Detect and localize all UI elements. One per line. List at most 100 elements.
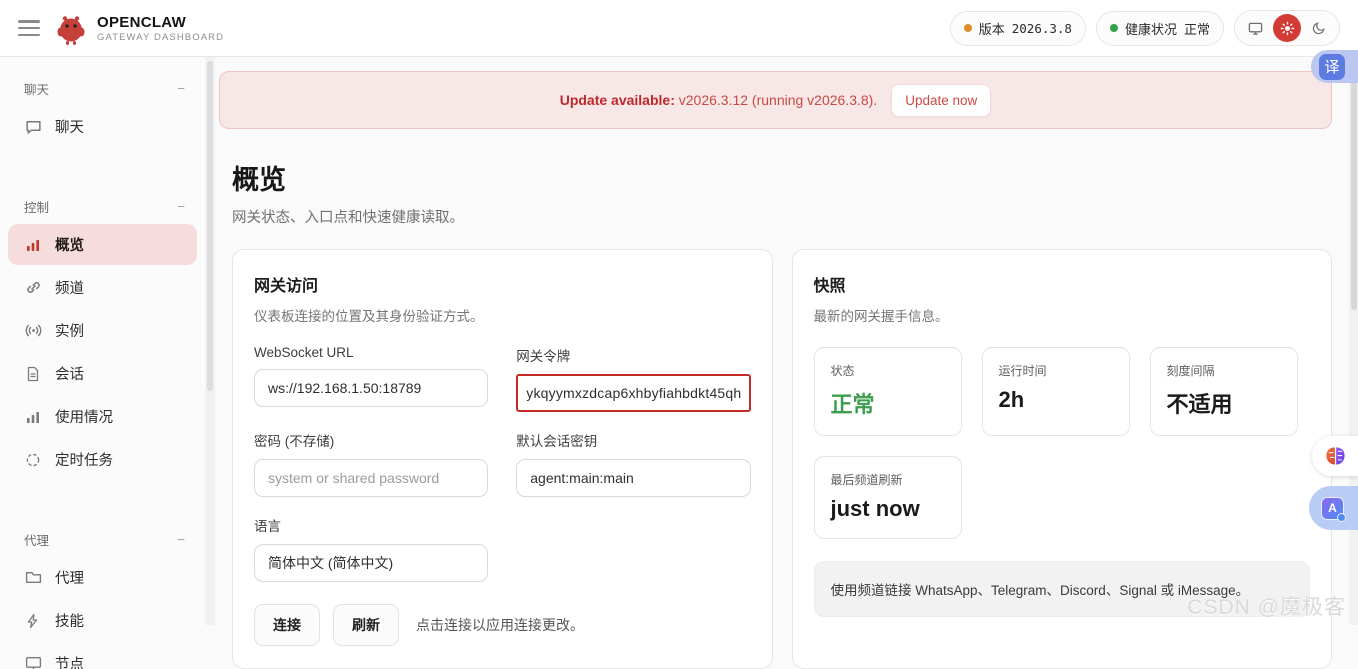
update-banner-detail: v2026.3.12 (running v2026.3.8). (675, 92, 877, 108)
gateway-token-input[interactable] (516, 374, 750, 412)
stat-tile-uptime: 运行时间 2h (982, 347, 1130, 436)
language-label: 语言 (254, 515, 488, 535)
stat-label: 刻度间隔 (1167, 362, 1281, 379)
app-subtitle: GATEWAY DASHBOARD (97, 32, 224, 43)
sidebar-item-cron[interactable]: 定时任务 (8, 439, 197, 480)
sidebar-item-label: 使用情况 (55, 406, 113, 427)
session-key-field: 默认会话密钥 (516, 430, 750, 497)
health-value: 正常 (1184, 19, 1210, 38)
translate-a-icon: A (1321, 497, 1344, 520)
translate-selection-button[interactable]: A (1309, 486, 1358, 530)
sun-icon (1280, 21, 1295, 36)
stat-tile-status: 状态 正常 (814, 347, 962, 436)
monitor-icon (1248, 21, 1263, 36)
websocket-url-label: WebSocket URL (254, 345, 488, 360)
broadcast-icon (24, 322, 42, 340)
gateway-card-subtitle: 仪表板连接的位置及其身份验证方式。 (254, 305, 751, 325)
version-badge: 版本 2026.3.8 (950, 11, 1086, 46)
sidebar-item-label: 会话 (55, 363, 84, 384)
language-field: 语言 简体中文 (简体中文) (254, 515, 488, 582)
language-select[interactable]: 简体中文 (简体中文) (254, 544, 488, 582)
websocket-url-field: WebSocket URL (254, 345, 488, 412)
app-header: OPENCLAW GATEWAY DASHBOARD 版本 2026.3.8 健… (0, 0, 1358, 57)
stat-value: 2h (999, 387, 1113, 413)
sidebar: 聊天 − 聊天 控制 − 概览 频道 实例 会话 (0, 57, 205, 625)
sidebar-scrollbar[interactable] (205, 57, 215, 625)
sidebar-item-overview[interactable]: 概览 (8, 224, 197, 265)
update-now-button[interactable]: Update now (891, 84, 991, 117)
theme-dark-button[interactable] (1305, 14, 1333, 42)
theme-system-button[interactable] (1241, 14, 1269, 42)
connect-button[interactable]: 连接 (254, 604, 320, 646)
sidebar-item-sessions[interactable]: 会话 (8, 353, 197, 394)
health-badge: 健康状况 正常 (1096, 11, 1224, 46)
snapshot-card-title: 快照 (814, 272, 1311, 296)
sidebar-item-label: 概览 (55, 234, 84, 255)
section-title: 聊天 (24, 79, 49, 98)
sidebar-item-agents[interactable]: 代理 (8, 557, 197, 598)
sidebar-item-label: 聊天 (55, 116, 84, 137)
websocket-url-input[interactable] (254, 369, 488, 407)
sidebar-item-instances[interactable]: 实例 (8, 310, 197, 351)
stat-tile-last-refresh: 最后频道刷新 just now (814, 456, 962, 539)
stat-label: 运行时间 (999, 362, 1113, 379)
app-logo: OPENCLAW GATEWAY DASHBOARD (54, 10, 224, 46)
watermark: CSDN @魔极客 (1187, 591, 1346, 621)
link-icon (24, 279, 42, 297)
stat-label: 最后频道刷新 (831, 471, 945, 488)
folder-icon (24, 569, 42, 587)
health-label: 健康状况 (1125, 19, 1177, 38)
collapse-icon[interactable]: − (177, 532, 185, 547)
sidebar-section-agents: 代理 − (0, 522, 205, 555)
usage-chart-icon (24, 408, 42, 426)
sidebar-item-label: 定时任务 (55, 449, 113, 470)
stat-value: 正常 (831, 387, 945, 419)
version-dot (964, 24, 972, 32)
brain-icon (1323, 445, 1348, 468)
password-field: 密码 (不存储) (254, 430, 488, 497)
chat-bubble-icon (24, 118, 42, 136)
sidebar-item-chat[interactable]: 聊天 (8, 106, 197, 147)
page-subtitle: 网关状态、入口点和快速健康读取。 (232, 206, 1332, 227)
theme-light-button[interactable] (1273, 14, 1301, 42)
sidebar-item-label: 代理 (55, 567, 84, 588)
sidebar-section-control: 控制 − (0, 189, 205, 222)
refresh-button[interactable]: 刷新 (333, 604, 399, 646)
loader-icon (24, 451, 42, 469)
stat-value: just now (831, 496, 945, 522)
theme-switcher (1234, 10, 1340, 46)
session-key-label: 默认会话密钥 (516, 430, 750, 450)
update-banner: Update available: v2026.3.12 (running v2… (219, 71, 1332, 129)
bar-chart-icon (24, 236, 42, 254)
page-scrollbar[interactable] (1349, 57, 1358, 625)
gateway-access-card: 网关访问 仪表板连接的位置及其身份验证方式。 WebSocket URL 网关令… (232, 249, 773, 669)
document-icon (24, 365, 42, 383)
version-label: 版本 (979, 19, 1005, 38)
health-dot (1110, 24, 1118, 32)
sidebar-item-channels[interactable]: 频道 (8, 267, 197, 308)
stat-label: 状态 (831, 362, 945, 379)
section-title: 控制 (24, 197, 49, 216)
sidebar-item-usage[interactable]: 使用情况 (8, 396, 197, 437)
sidebar-section-chat: 聊天 − (0, 71, 205, 104)
stat-tile-tick-interval: 刻度间隔 不适用 (1150, 347, 1298, 436)
gateway-token-label: 网关令牌 (516, 345, 750, 365)
collapse-icon[interactable]: − (177, 199, 185, 214)
password-label: 密码 (不存储) (254, 430, 488, 450)
version-value: 2026.3.8 (1012, 21, 1072, 36)
update-banner-bold: Update available: (560, 92, 675, 108)
section-title: 代理 (24, 530, 49, 549)
translate-icon: 译 (1319, 54, 1345, 80)
app-title: OPENCLAW (97, 14, 224, 31)
collapse-icon[interactable]: − (177, 81, 185, 96)
session-key-input[interactable] (516, 459, 750, 497)
snapshot-card-subtitle: 最新的网关握手信息。 (814, 305, 1311, 325)
ai-assistant-button[interactable] (1312, 436, 1358, 476)
sidebar-item-label: 实例 (55, 320, 84, 341)
connect-hint: 点击连接以应用连接更改。 (416, 615, 584, 635)
sidebar-item-label: 频道 (55, 277, 84, 298)
translate-page-button[interactable]: 译 (1311, 50, 1358, 83)
password-input[interactable] (254, 459, 488, 497)
menu-toggle-icon[interactable] (18, 20, 40, 36)
gateway-card-title: 网关访问 (254, 272, 751, 296)
